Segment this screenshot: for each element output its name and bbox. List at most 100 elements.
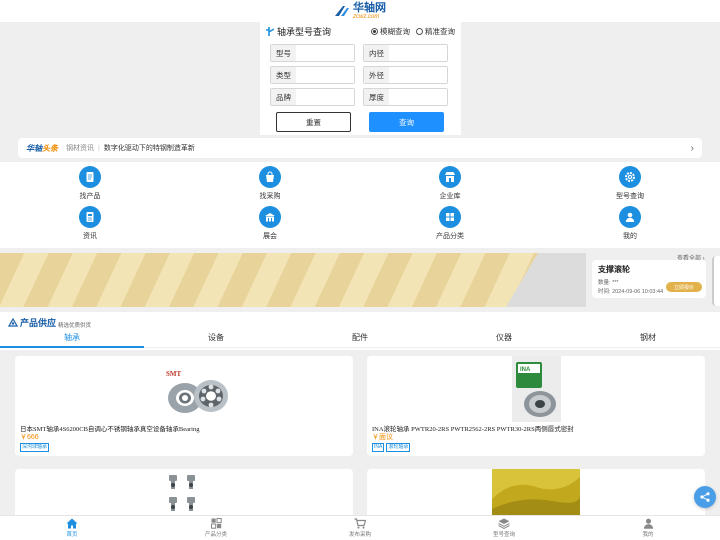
outer-diameter-field: 外径 <box>363 66 448 84</box>
product-price: ￥666 <box>20 434 39 441</box>
radio-dot-icon <box>371 27 378 35</box>
search-title-text: 轴承型号查询 <box>277 26 332 37</box>
next-card-peek <box>712 256 720 306</box>
bottom-tab-label: 首页 <box>66 532 78 538</box>
product-name: INA滚轮轴承 PWTR20-2RS PWTR2562-2RS PWTR30-2… <box>372 426 574 433</box>
banner-decoration <box>506 253 586 307</box>
field-label: 内径 <box>364 45 389 61</box>
tab-equipment[interactable]: 设备 <box>144 330 288 347</box>
inner-diameter-input[interactable] <box>389 45 447 61</box>
smt-brand-mark: SMT <box>166 370 182 378</box>
news-category: 钢材资讯 <box>66 145 94 152</box>
building-icon <box>259 206 281 228</box>
nav-find-products[interactable]: 找产品 <box>0 166 180 206</box>
nav-model-query[interactable]: 型号查询 <box>540 166 720 206</box>
field-label: 厚度 <box>364 89 389 105</box>
product-tags: 深沟球轴承 <box>20 443 50 452</box>
product-card[interactable]: SMT 日本SMT轴承4S6200CB自调心不锈钢轴承真空设备轴承Bearing… <box>15 356 353 456</box>
model-field: 型号 <box>270 44 355 62</box>
news-icon <box>79 206 101 228</box>
bottom-tab-home[interactable]: 首页 <box>0 516 144 540</box>
nav-label: 型号查询 <box>616 193 644 200</box>
store-icon <box>439 166 461 188</box>
exact-query-radio[interactable]: 精准查询 <box>416 26 455 37</box>
bottom-tab-mine[interactable]: 我的 <box>576 516 720 540</box>
nav-news[interactable]: 资讯 <box>0 206 180 246</box>
cart-icon <box>354 518 366 529</box>
brand-input[interactable] <box>296 89 354 105</box>
bottom-tab-label: 产品分类 <box>204 532 227 538</box>
inner-diameter-field: 内径 <box>363 44 448 62</box>
outer-diameter-input[interactable] <box>389 67 447 83</box>
logo-text-en: zcwz.com <box>353 13 380 20</box>
radio-label: 精准查询 <box>425 26 455 36</box>
purchase-request-card[interactable]: 支撑滚轮 数量: *** 时间: 2024-09-06 10:03:44 立即报… <box>592 260 706 298</box>
search-title: 轴承型号查询 <box>266 25 331 38</box>
product-tag: INA <box>372 443 385 452</box>
tab-steel[interactable]: 钢材 <box>576 330 720 347</box>
site-logo[interactable]: 华轴网 zcwz.com <box>334 2 386 20</box>
field-label: 外径 <box>364 67 389 83</box>
news-brand-accent: 头条 <box>42 143 58 153</box>
user-icon <box>643 518 653 529</box>
field-label: 品牌 <box>271 89 296 105</box>
search-title-icon <box>266 26 274 36</box>
layers-icon <box>498 518 510 529</box>
field-label: 类型 <box>271 67 296 83</box>
product-supply-section: 产品供应 精选优质供货 轴承 设备 配件 仪器 钢材 SMT 日本SMT轴承4S… <box>0 312 720 540</box>
fuzzy-query-radio[interactable]: 模糊查询 <box>371 26 410 37</box>
quote-now-button[interactable]: 立即报价 <box>666 282 702 292</box>
bottom-tab-label: 型号查询 <box>492 532 515 538</box>
news-ticker[interactable]: 华轴头条 钢材资讯 | 数字化驱动下的特钢制造革新 › <box>18 138 702 158</box>
bottom-tab-bar: 首页 产品分类 发布采购 型号查询 我的 <box>0 515 720 540</box>
nav-exhibitions[interactable]: 展会 <box>180 206 360 246</box>
logo-mark-icon <box>335 6 349 16</box>
thickness-input[interactable] <box>389 89 447 105</box>
time-value: 2024-09-06 10:03:44 <box>612 289 664 295</box>
bearing-image: INA <box>512 356 561 422</box>
news-brand: 华轴头条 <box>26 143 58 154</box>
document-icon <box>79 166 101 188</box>
nav-product-categories[interactable]: 产品分类 <box>360 206 540 246</box>
promo-banner[interactable] <box>0 253 586 307</box>
parts-image <box>167 473 199 519</box>
supply-icon <box>8 318 18 327</box>
share-icon <box>700 492 710 502</box>
thickness-field: 厚度 <box>363 88 448 106</box>
tab-parts[interactable]: 配件 <box>288 330 432 347</box>
nav-label: 找产品 <box>79 193 101 200</box>
tab-instruments[interactable]: 仪器 <box>432 330 576 347</box>
nav-label: 展会 <box>263 233 277 240</box>
nav-enterprise-library[interactable]: 企业库 <box>360 166 540 206</box>
product-list: SMT 日本SMT轴承4S6200CB自调心不锈钢轴承真空设备轴承Bearing… <box>0 350 720 540</box>
type-input[interactable] <box>296 67 354 83</box>
nav-label: 企业库 <box>439 193 461 200</box>
model-input[interactable] <box>296 45 354 61</box>
nav-label: 资讯 <box>83 233 97 240</box>
share-button[interactable] <box>694 486 716 508</box>
nav-label: 产品分类 <box>436 233 464 240</box>
bottom-tab-model-query[interactable]: 型号查询 <box>432 516 576 540</box>
product-name: 日本SMT轴承4S6200CB自调心不锈钢轴承真空设备轴承Bearing <box>20 426 200 433</box>
nav-label: 找采购 <box>259 193 281 200</box>
brand-field: 品牌 <box>270 88 355 106</box>
nav-mine[interactable]: 我的 <box>540 206 720 246</box>
ina-brand-mark: INA <box>520 367 531 373</box>
steel-image <box>492 469 580 515</box>
reset-button[interactable]: 重置 <box>276 112 351 132</box>
query-button[interactable]: 查询 <box>369 112 444 132</box>
bottom-tab-post-purchase[interactable]: 发布采购 <box>288 516 432 540</box>
chevron-right-icon[interactable]: › <box>691 143 694 154</box>
bearing-image: SMT <box>163 364 233 422</box>
product-card[interactable]: INA INA滚轮轴承 PWTR20-2RS PWTR2562-2RS PWTR… <box>367 356 705 456</box>
nav-find-purchases[interactable]: 找采购 <box>180 166 360 206</box>
product-price: ￥面议 <box>372 434 393 441</box>
qty-label: 数量: <box>598 280 611 286</box>
bottom-tab-categories[interactable]: 产品分类 <box>144 516 288 540</box>
tab-bearings[interactable]: 轴承 <box>0 330 144 348</box>
time-label: 时间: <box>598 289 611 295</box>
request-title: 支撑滚轮 <box>598 265 630 274</box>
category-icon <box>210 518 222 529</box>
supply-subtitle: 精选优质供货 <box>58 323 92 329</box>
grid-icon <box>439 206 461 228</box>
